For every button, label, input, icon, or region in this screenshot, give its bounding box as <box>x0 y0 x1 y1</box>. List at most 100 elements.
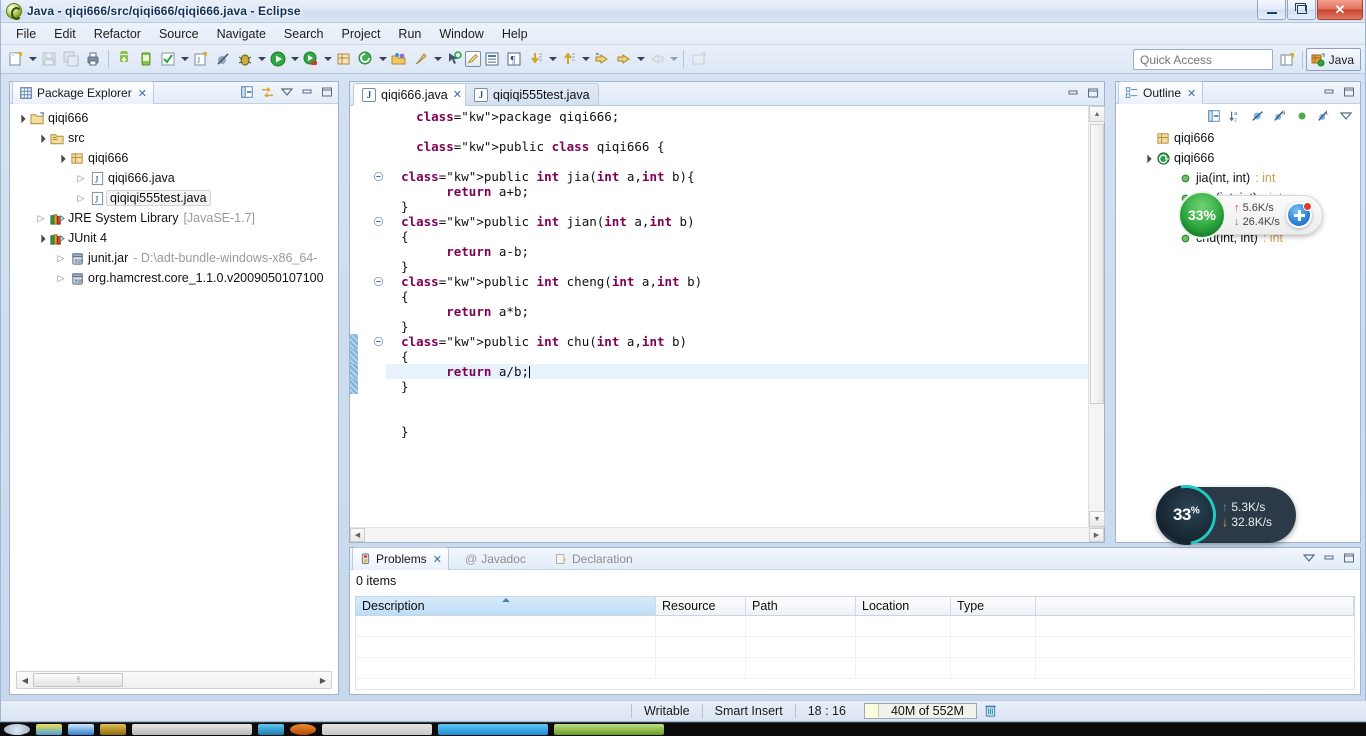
save-icon[interactable] <box>38 48 60 70</box>
view-menu-icon[interactable] <box>1338 108 1354 124</box>
editor-tab-qiqiqi555test[interactable]: J qiqiqi555test.java <box>465 83 599 106</box>
trash-icon[interactable] <box>983 703 999 719</box>
android-avd-manager-icon[interactable] <box>135 48 157 70</box>
open-perspective-icon[interactable] <box>1277 49 1299 71</box>
menu-edit[interactable]: Edit <box>45 25 85 43</box>
check-icon[interactable] <box>157 48 179 70</box>
back-dropdown-icon[interactable] <box>635 48 646 70</box>
column-header[interactable]: Type <box>951 597 1036 615</box>
close-icon[interactable]: ✕ <box>138 87 147 100</box>
twisty-expanded-icon[interactable] <box>34 233 48 243</box>
problems-table-header[interactable]: Description Resource Path Location Type <box>355 596 1355 616</box>
twisty-expanded-icon[interactable] <box>34 133 48 143</box>
back-icon[interactable] <box>613 48 635 70</box>
fold-collapse-icon[interactable] <box>373 171 384 182</box>
last-edit-location-icon[interactable] <box>591 48 613 70</box>
outline-item[interactable]: qiqi666 <box>1120 128 1360 148</box>
print-icon[interactable] <box>82 48 104 70</box>
editor-tab-qiqi666[interactable]: J qiqi666.java ✕ <box>353 83 471 106</box>
taskbar-item[interactable] <box>100 724 126 735</box>
restore-view-icon[interactable] <box>688 48 710 70</box>
maximize-icon[interactable] <box>1085 85 1101 101</box>
column-header[interactable]: Resource <box>656 597 746 615</box>
editor-code-text[interactable]: class="kw">package qiqi666; class="kw">p… <box>386 106 1088 527</box>
add-button-icon[interactable] <box>1285 202 1312 228</box>
debug-dropdown-icon[interactable] <box>256 48 267 70</box>
previous-annotation-icon[interactable] <box>558 48 580 70</box>
skip-breakpoints-icon[interactable] <box>212 48 234 70</box>
twisty-expanded-icon[interactable] <box>1140 153 1154 163</box>
coverage-dropdown-icon[interactable] <box>322 48 333 70</box>
new-package-icon[interactable] <box>333 48 355 70</box>
show-whitespace-icon[interactable] <box>481 48 503 70</box>
outline-item[interactable]: jia(int, int): int <box>1120 168 1360 188</box>
taskbar-item[interactable] <box>554 724 664 735</box>
fold-collapse-icon[interactable] <box>373 276 384 287</box>
network-monitor-widget-editor[interactable]: 33% ↑ 5.3K/s ↓ 32.8K/s <box>1144 473 1296 557</box>
scroll-up-icon[interactable]: ▲ <box>1089 106 1105 122</box>
column-header[interactable]: Path <box>746 597 856 615</box>
collapse-all-icon[interactable] <box>1206 108 1222 124</box>
search-dropdown-icon[interactable] <box>432 48 443 70</box>
close-icon[interactable]: ✕ <box>453 88 462 101</box>
search-icon[interactable] <box>410 48 432 70</box>
view-menu-icon[interactable] <box>1301 550 1317 566</box>
twisty-collapsed-icon[interactable] <box>74 193 88 204</box>
quick-access-input[interactable] <box>1133 49 1273 70</box>
scroll-right-icon[interactable]: ▶ <box>315 676 331 685</box>
tree-item[interactable]: Jqiqiqi555test.java <box>14 188 338 208</box>
tree-item[interactable]: JRE System Library [JavaSE-1.7] <box>14 208 338 228</box>
minimize-icon[interactable] <box>1065 85 1081 101</box>
minimize-button[interactable] <box>1257 0 1286 20</box>
menu-window[interactable]: Window <box>430 25 492 43</box>
problems-table-body[interactable] <box>355 616 1355 690</box>
tab-declaration[interactable]: Declaration <box>548 547 640 570</box>
forward-icon[interactable] <box>646 48 668 70</box>
twisty-expanded-icon[interactable] <box>14 113 28 123</box>
new-dropdown-icon[interactable] <box>27 48 38 70</box>
package-explorer-tree[interactable]: qiqi666srcqiqi666Jqiqi666.javaJqiqiqi555… <box>10 104 338 288</box>
minimize-icon[interactable] <box>299 84 315 100</box>
check-dropdown-icon[interactable] <box>179 48 190 70</box>
maximize-icon[interactable] <box>319 84 335 100</box>
tree-item[interactable]: 010 org.hamcrest.core_1.1.0.v200905010710… <box>14 268 338 288</box>
forward-dropdown-icon[interactable] <box>668 48 679 70</box>
new-java-project-icon[interactable]: J <box>190 48 212 70</box>
twisty-collapsed-icon[interactable] <box>34 213 48 224</box>
taskbar-item[interactable] <box>290 724 316 735</box>
column-header[interactable]: Description <box>356 597 656 615</box>
close-icon[interactable]: ✕ <box>433 553 442 566</box>
tree-item[interactable]: Jqiqi666.java <box>14 168 338 188</box>
tree-item[interactable]: qiqi666 <box>14 148 338 168</box>
open-type-icon[interactable] <box>388 48 410 70</box>
tab-outline[interactable]: Outline ✕ <box>1118 81 1204 104</box>
network-monitor-widget-outline[interactable]: 33% ↑ 5.6K/s ↓ 26.4K/s <box>1178 191 1323 239</box>
menu-file[interactable]: File <box>7 25 45 43</box>
restore-button[interactable] <box>1287 0 1316 20</box>
run-icon[interactable] <box>267 48 289 70</box>
menu-project[interactable]: Project <box>333 25 390 43</box>
minimize-icon[interactable] <box>1321 550 1337 566</box>
tree-item[interactable]: qiqi666 <box>14 108 338 128</box>
vscroll-thumb[interactable] <box>1090 124 1104 404</box>
external-tools-icon[interactable] <box>355 48 377 70</box>
twisty-expanded-icon[interactable] <box>54 153 68 163</box>
fold-collapse-icon[interactable] <box>373 336 384 347</box>
maximize-icon[interactable] <box>1341 550 1357 566</box>
android-sdk-manager-icon[interactable] <box>113 48 135 70</box>
new-wizard-icon[interactable] <box>5 48 27 70</box>
scroll-left-icon[interactable]: ◀ <box>17 676 33 685</box>
menu-refactor[interactable]: Refactor <box>85 25 150 43</box>
scroll-right-icon[interactable]: ▶ <box>1089 528 1104 542</box>
code-editor[interactable]: class="kw">package qiqi666; class="kw">p… <box>350 106 1105 542</box>
menu-run[interactable]: Run <box>389 25 430 43</box>
maximize-icon[interactable] <box>1341 84 1357 100</box>
scroll-down-icon[interactable]: ▼ <box>1089 511 1105 527</box>
menu-search[interactable]: Search <box>275 25 333 43</box>
toggle-markoccurrences-icon[interactable] <box>465 51 481 67</box>
tab-package-explorer[interactable]: Package Explorer ✕ <box>12 81 154 104</box>
sort-icon[interactable]: a z <box>1228 108 1244 124</box>
table-row[interactable] <box>356 658 1354 679</box>
link-with-editor-icon[interactable] <box>259 84 275 100</box>
twisty-collapsed-icon[interactable] <box>54 253 68 264</box>
